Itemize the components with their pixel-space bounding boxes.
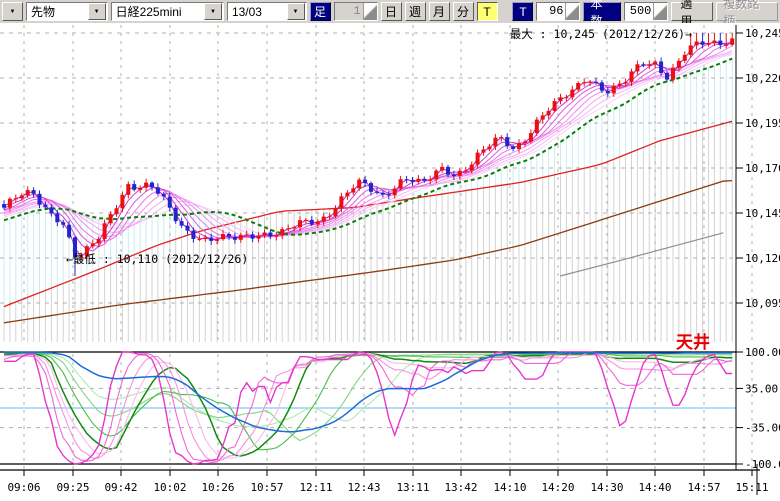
svg-text:09:25: 09:25 (56, 481, 89, 494)
toolbar: ▼ 先物 ▼ 日経225mini ▼ 13/03 ▼ 足 1 日 週 月 分 T… (0, 0, 780, 23)
contract-month-select[interactable]: 13/03 ▼ (227, 2, 307, 21)
instrument-type-value: 先物 (27, 3, 87, 20)
spinner-icon[interactable] (653, 3, 667, 20)
bar-interval-spinner[interactable]: 1 (334, 2, 378, 21)
apply-button[interactable]: 適用 (671, 2, 713, 21)
bar-type-button[interactable]: 足 (310, 2, 331, 21)
svg-text:10,170: 10,170 (745, 162, 780, 175)
svg-text:14:30: 14:30 (590, 481, 623, 494)
chevron-down-icon: ▼ (10, 9, 16, 15)
svg-text:14:20: 14:20 (541, 481, 574, 494)
svg-text:最大 : 10,245 (2012/12/26)→: 最大 : 10,245 (2012/12/26)→ (510, 27, 692, 41)
period-tick-button[interactable]: T (477, 2, 498, 21)
svg-text:10,220: 10,220 (745, 72, 780, 85)
svg-text:14:40: 14:40 (638, 481, 671, 494)
chart-canvas[interactable]: 最大 : 10,245 (2012/12/26)→ ←最低 : 10,110 (2… (0, 23, 780, 501)
svg-text:14:10: 14:10 (493, 481, 526, 494)
svg-text:100.00: 100.00 (745, 346, 780, 359)
svg-text:←最低 : 10,110 (2012/12/26): ←最低 : 10,110 (2012/12/26) (66, 252, 248, 266)
svg-text:10,095: 10,095 (745, 297, 780, 310)
svg-text:10,245: 10,245 (745, 27, 780, 40)
bar-count-label: 本数 (583, 2, 621, 21)
svg-text:-35.00: -35.00 (745, 422, 780, 435)
symbol-select[interactable]: 日経225mini ▼ (111, 2, 224, 21)
svg-text:-100.00: -100.00 (745, 458, 780, 471)
svg-text:13:42: 13:42 (444, 481, 477, 494)
period-week-button[interactable]: 週 (405, 2, 426, 21)
svg-text:10:02: 10:02 (153, 481, 186, 494)
chevron-down-icon[interactable]: ▼ (88, 3, 106, 20)
svg-text:10:26: 10:26 (201, 481, 234, 494)
spinner-icon[interactable] (565, 3, 579, 20)
panel-dropdown-button[interactable]: ▼ (2, 2, 23, 21)
bar-count-spinner[interactable]: 500 (624, 2, 668, 21)
contract-month-value: 13/03 (228, 5, 286, 19)
spinner-icon[interactable] (363, 3, 377, 20)
period-minute-button[interactable]: 分 (453, 2, 474, 21)
chevron-down-icon[interactable]: ▼ (204, 3, 222, 20)
svg-text:09:42: 09:42 (104, 481, 137, 494)
svg-text:12:43: 12:43 (347, 481, 380, 494)
svg-text:12:11: 12:11 (299, 481, 332, 494)
svg-text:15:11: 15:11 (735, 481, 768, 494)
chevron-down-icon[interactable]: ▼ (287, 3, 305, 20)
svg-text:10:57: 10:57 (250, 481, 283, 494)
tick-count-spinner[interactable]: 96 (536, 2, 580, 21)
svg-text:13:11: 13:11 (396, 481, 429, 494)
chart-area[interactable]: 最大 : 10,245 (2012/12/26)→ ←最低 : 10,110 (2… (0, 23, 780, 501)
period-day-button[interactable]: 日 (381, 2, 402, 21)
multi-symbol-button[interactable]: 複数銘柄 (716, 2, 778, 21)
period-month-button[interactable]: 月 (429, 2, 450, 21)
tick-label: T (512, 2, 533, 21)
svg-text:10,195: 10,195 (745, 117, 780, 130)
svg-text:10,120: 10,120 (745, 252, 780, 265)
svg-text:09:06: 09:06 (7, 481, 40, 494)
svg-text:10,145: 10,145 (745, 207, 780, 220)
tick-count-value: 96 (537, 3, 565, 20)
symbol-value: 日経225mini (112, 3, 203, 20)
bar-count-value: 500 (625, 3, 653, 20)
instrument-type-select[interactable]: 先物 ▼ (26, 2, 108, 21)
bar-interval-value: 1 (335, 3, 363, 20)
svg-text:35.00: 35.00 (745, 382, 778, 395)
svg-text:天井: 天井 (676, 332, 710, 353)
trading-chart-window: { "toolbar": { "mini_dropdown": "▼", "in… (0, 0, 780, 501)
svg-text:14:57: 14:57 (687, 481, 720, 494)
